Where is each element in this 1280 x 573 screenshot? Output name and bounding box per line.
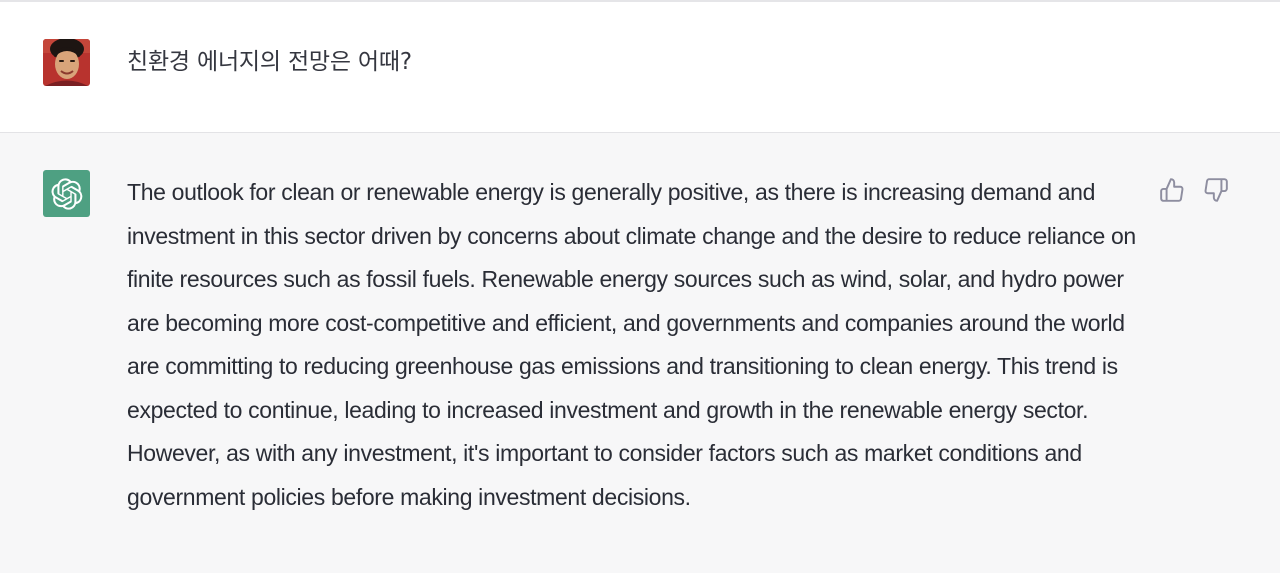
thumbs-down-icon: [1204, 178, 1228, 202]
user-avatar: [43, 39, 90, 86]
thumbs-up-button[interactable]: [1158, 176, 1186, 204]
thumbs-down-button[interactable]: [1202, 176, 1230, 204]
user-photo-avatar: [43, 39, 90, 86]
assistant-avatar: [43, 170, 90, 217]
user-message-row: 친환경 에너지의 전망은 어때?: [0, 2, 1280, 133]
thumbs-up-icon: [1160, 178, 1184, 202]
assistant-message-text: The outlook for clean or renewable energ…: [127, 179, 1136, 510]
openai-logo-icon: [51, 177, 82, 210]
assistant-message-row: The outlook for clean or renewable energ…: [0, 133, 1280, 573]
user-message-text: 친환경 에너지의 전망은 어때?: [127, 49, 412, 75]
